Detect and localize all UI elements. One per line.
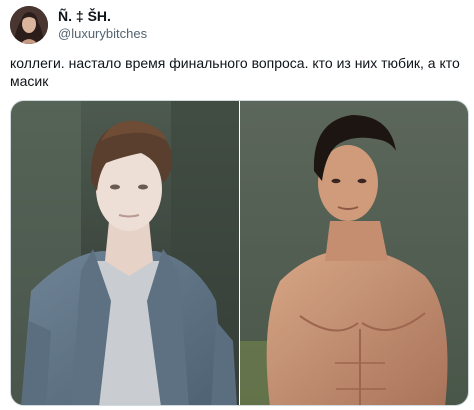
photo-left[interactable] <box>11 101 239 405</box>
tweet-header: Ñ. ‡ ŠH. @luxurybitches <box>10 6 147 44</box>
photo-right-image <box>240 101 468 405</box>
author-display-name[interactable]: Ñ. ‡ ŠH. <box>58 8 147 25</box>
author-names: Ñ. ‡ ŠH. @luxurybitches <box>58 8 147 42</box>
tweet: Ñ. ‡ ŠH. @luxurybitches коллеги. настало… <box>0 0 474 410</box>
tweet-media[interactable] <box>10 100 469 406</box>
avatar[interactable] <box>10 6 48 44</box>
photo-left-image <box>11 101 239 405</box>
author-handle[interactable]: @luxurybitches <box>58 25 147 42</box>
photo-right[interactable] <box>240 101 468 405</box>
tweet-text: коллеги. настало время финального вопрос… <box>10 55 460 89</box>
avatar-image <box>10 6 48 44</box>
